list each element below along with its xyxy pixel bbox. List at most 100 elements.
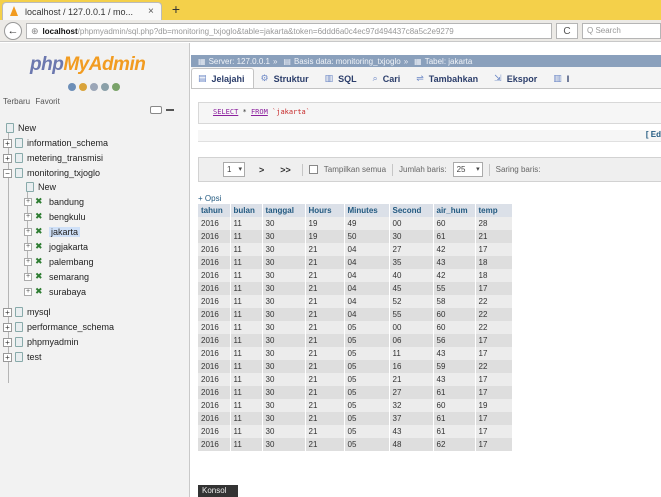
breadcrumb-table[interactable]: Tabel: jakarta — [425, 57, 473, 66]
table-row[interactable]: 2016 11 30 21 05 11 43 17 — [198, 347, 513, 360]
table-row[interactable]: 2016 11 30 21 04 27 42 17 — [198, 243, 513, 256]
expand-icon[interactable]: + — [3, 352, 12, 362]
breadcrumb-server[interactable]: Server: 127.0.0.1 — [209, 57, 270, 66]
page-select[interactable]: 1 ▾ — [223, 162, 245, 177]
table-cell-bulan: 11 — [230, 425, 263, 438]
collapse-all-icon[interactable] — [150, 106, 162, 114]
table-row[interactable]: 2016 11 30 21 04 40 42 18 — [198, 269, 513, 282]
tree-table-palembang[interactable]: + palembang — [24, 256, 94, 268]
table-cell-bulan: 11 — [230, 308, 263, 321]
tree-db-phpmyadmin[interactable]: + phpmyadmin — [3, 336, 79, 348]
table-icon — [35, 196, 45, 207]
table-row[interactable]: 2016 11 30 19 50 30 61 21 — [198, 230, 513, 243]
tab-sql[interactable]: ▥ SQL — [318, 68, 366, 88]
collapse-icon[interactable]: − — [3, 168, 12, 178]
tree-db-test[interactable]: + test — [3, 351, 42, 363]
tree-new-table[interactable]: New — [26, 181, 56, 193]
tree-table-semarang[interactable]: + semarang — [24, 271, 89, 283]
table-row[interactable]: 2016 11 30 21 05 16 59 22 — [198, 360, 513, 373]
tree-table-surabaya[interactable]: + surabaya — [24, 286, 86, 298]
tab-struktur[interactable]: ⚙ Struktur — [254, 68, 318, 88]
tab-impor[interactable]: ▥ I — [546, 68, 578, 88]
show-all-checkbox[interactable] — [308, 165, 318, 174]
close-tab-icon[interactable]: × — [148, 6, 154, 17]
sql-keyword-from[interactable]: FROM — [251, 108, 268, 116]
expand-icon[interactable]: + — [3, 153, 12, 163]
table-row[interactable]: 2016 11 30 21 05 43 61 17 — [198, 425, 513, 438]
table-cell-second: 30 — [389, 230, 434, 243]
next-page-button[interactable]: > — [254, 165, 269, 175]
tree-db-information_schema[interactable]: + information_schema — [3, 137, 108, 149]
address-bar[interactable]: ⊕ localhost /phpmyadmin/sql.php?db=monit… — [26, 23, 552, 39]
home-icon[interactable] — [68, 83, 76, 91]
tree-table-jakarta[interactable]: + jakarta — [24, 226, 81, 238]
tree-db-monitoring_txjoglo[interactable]: − monitoring_txjoglo — [3, 167, 100, 179]
import-icon: ▥ — [553, 73, 562, 83]
tree-table-bandung[interactable]: + bandung — [24, 196, 84, 208]
tree-db-performance_schema[interactable]: + performance_schema — [3, 321, 114, 333]
column-header-temp[interactable]: temp — [475, 204, 513, 217]
reload-button[interactable]: C — [556, 23, 578, 39]
table-row[interactable]: 2016 11 30 21 05 37 61 17 — [198, 412, 513, 425]
table-cell-tanggal: 30 — [262, 230, 306, 243]
table-row[interactable]: 2016 11 30 21 05 32 60 19 — [198, 399, 513, 412]
table-row[interactable]: 2016 11 30 21 05 06 56 17 — [198, 334, 513, 347]
tree-table-jogjakarta[interactable]: + jogjakarta — [24, 241, 88, 253]
browser-search-input[interactable]: Q Search — [582, 23, 661, 39]
table-row[interactable]: 2016 11 30 21 04 35 43 18 — [198, 256, 513, 269]
table-row[interactable]: 2016 11 30 21 04 55 60 22 — [198, 308, 513, 321]
settings-gear-icon[interactable] — [112, 83, 120, 91]
tree-db-mysql[interactable]: + mysql — [3, 306, 51, 318]
expand-icon[interactable]: + — [3, 307, 12, 317]
console-toggle[interactable]: Konsol — [198, 485, 238, 497]
database-icon — [15, 153, 23, 163]
tab-ekspor[interactable]: ⇲ Ekspor — [487, 68, 546, 88]
browser-tab[interactable]: localhost / 127.0.0.1 / mo... × — [2, 2, 162, 20]
tab-jelajahi[interactable]: ▤ Jelajahi — [191, 68, 254, 88]
expand-icon[interactable]: + — [3, 322, 12, 332]
help-icon[interactable] — [90, 83, 98, 91]
tab-cari[interactable]: ⌕ Cari — [366, 68, 410, 88]
favorite-link[interactable]: Favorit — [35, 97, 59, 106]
table-row[interactable]: 2016 11 30 21 05 21 43 17 — [198, 373, 513, 386]
column-header-minutes[interactable]: Minutes — [344, 204, 390, 217]
expand-icon[interactable]: + — [3, 138, 12, 148]
back-button[interactable]: ← — [4, 22, 22, 40]
column-header-air_hum[interactable]: air_hum — [433, 204, 476, 217]
rows-per-page-select[interactable]: 25 ▾ — [452, 162, 483, 177]
table-row[interactable]: 2016 11 30 21 04 52 58 22 — [198, 295, 513, 308]
expand-icon[interactable]: + — [3, 337, 12, 347]
exit-icon[interactable] — [79, 83, 87, 91]
table-row[interactable]: 2016 11 30 21 04 45 55 17 — [198, 282, 513, 295]
table-cell-temp: 17 — [475, 334, 513, 347]
last-page-button[interactable]: >> — [275, 165, 296, 175]
column-header-bulan[interactable]: bulan — [230, 204, 263, 217]
new-tab-button[interactable]: + — [168, 2, 184, 18]
table-row[interactable]: 2016 11 30 21 05 48 62 17 — [198, 438, 513, 451]
edit-query-link[interactable]: [ Ed — [646, 130, 661, 139]
database-icon: ▤ — [283, 56, 291, 66]
browse-icon: ▤ — [198, 73, 207, 83]
table-cell-hours: 21 — [305, 425, 345, 438]
table-row[interactable]: 2016 11 30 19 49 00 60 28 — [198, 217, 513, 230]
recent-link[interactable]: Terbaru — [3, 97, 30, 106]
docs-icon[interactable] — [101, 83, 109, 91]
column-header-tanggal[interactable]: tanggal — [262, 204, 306, 217]
sql-keyword-select[interactable]: SELECT — [213, 108, 238, 116]
table-cell-bulan: 11 — [230, 360, 263, 373]
tree-table-bengkulu[interactable]: + bengkulu — [24, 211, 86, 223]
link-with-main-icon[interactable] — [166, 109, 174, 111]
breadcrumb-database[interactable]: Basis data: monitoring_txjoglo — [294, 57, 401, 66]
table-row[interactable]: 2016 11 30 21 05 00 60 22 — [198, 321, 513, 334]
tab-tambahkan[interactable]: ⇌ Tambahkan — [409, 68, 487, 88]
column-header-hours[interactable]: Hours — [305, 204, 345, 217]
options-link[interactable]: + Opsi — [198, 194, 221, 203]
table-row[interactable]: 2016 11 30 21 05 27 61 17 — [198, 386, 513, 399]
phpmyadmin-logo[interactable]: phpMyAdmin — [30, 54, 146, 76]
table-cell-tahun: 2016 — [198, 308, 231, 321]
tree-new-database[interactable]: New — [6, 122, 36, 134]
table-cell-hours: 21 — [305, 399, 345, 412]
column-header-second[interactable]: Second — [389, 204, 434, 217]
column-header-tahun[interactable]: tahun — [198, 204, 231, 217]
tree-db-metering_transmisi[interactable]: + metering_transmisi — [3, 152, 103, 164]
